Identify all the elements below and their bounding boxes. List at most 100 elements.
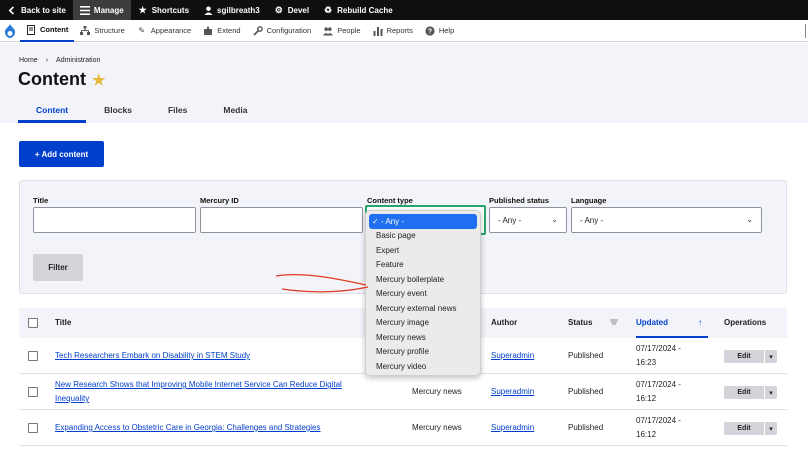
row-checkbox[interactable] xyxy=(28,423,38,433)
shortcuts-button[interactable]: ★ Shortcuts xyxy=(131,0,196,20)
tray-item-label: Structure xyxy=(94,26,125,35)
dropdown-option[interactable]: Mercury news xyxy=(366,330,480,345)
updated-time: 16:12 xyxy=(636,394,657,403)
breadcrumb-separator: › xyxy=(45,57,49,64)
tray-item-structure[interactable]: Structure xyxy=(74,20,130,42)
column-updated[interactable]: Updated xyxy=(636,318,668,327)
back-to-site-label: Back to site xyxy=(21,5,66,15)
mercury-id-input[interactable] xyxy=(200,207,363,233)
gear-icon: ⚙ xyxy=(274,4,283,15)
title-filter-input[interactable] xyxy=(33,207,196,233)
dropdown-option[interactable]: Mercury boilerplate xyxy=(366,272,480,287)
tray-item-label: Help xyxy=(438,26,455,35)
sort-ascending-icon[interactable]: ↑ xyxy=(698,318,702,327)
content-title-link[interactable]: New Research Shows that Improving Mobile… xyxy=(55,380,342,389)
page-title: Content ★ xyxy=(18,69,105,90)
edit-button[interactable]: Edit xyxy=(724,422,764,435)
tray-item-appearance[interactable]: ✎ Appearance xyxy=(131,20,197,42)
row-checkbox[interactable] xyxy=(28,387,38,397)
manage-label: Manage xyxy=(93,5,124,15)
updated-time: 16:12 xyxy=(636,430,657,439)
manage-button[interactable]: Manage xyxy=(72,0,131,20)
updated-time: 16:23 xyxy=(636,358,657,367)
select-all-checkbox[interactable] xyxy=(28,318,38,328)
column-status[interactable]: Status xyxy=(568,318,592,327)
user-menu-button[interactable]: sgilbreath3 xyxy=(196,0,267,20)
star-icon: ★ xyxy=(138,4,147,15)
dropdown-option[interactable]: Mercury video xyxy=(366,359,480,374)
puzzle-icon xyxy=(203,26,213,36)
star-icon[interactable]: ★ xyxy=(92,71,105,89)
operations-dropbutton: Edit ▾ xyxy=(724,422,777,435)
dropdown-option[interactable]: Basic page xyxy=(366,229,480,244)
author-link[interactable]: Superadmin xyxy=(491,351,534,360)
tray-item-extend[interactable]: Extend xyxy=(197,20,246,42)
dropdown-option[interactable]: Mercury image xyxy=(366,316,480,331)
add-content-button[interactable]: + Add content xyxy=(19,141,104,167)
sitemap-icon xyxy=(80,26,91,36)
dropdown-option[interactable]: Mercury external news xyxy=(366,301,480,316)
table-row: New Research Shows that Improving Mobile… xyxy=(19,374,787,410)
tab-content[interactable]: Content xyxy=(18,99,87,123)
updated-date: 07/17/2024 - xyxy=(636,416,681,425)
dropdown-option-any[interactable]: ✓ - Any - xyxy=(369,214,477,229)
chevron-down-icon[interactable]: ▾ xyxy=(764,422,777,435)
drupal-logo[interactable] xyxy=(0,20,20,42)
paintbrush-icon: ✎ xyxy=(138,26,146,35)
author-link[interactable]: Superadmin xyxy=(491,387,534,396)
breadcrumb-home[interactable]: Home xyxy=(19,57,38,64)
chevron-down-icon[interactable]: ▾ xyxy=(764,386,777,399)
tray-item-reports[interactable]: Reports xyxy=(367,20,419,42)
mercury-id-label: Mercury ID xyxy=(200,196,239,205)
updated-date: 07/17/2024 - xyxy=(636,344,681,353)
tray-item-label: Extend xyxy=(217,26,241,35)
admin-menu-tray: Content Structure ✎ Appearance Extend Co… xyxy=(0,20,808,42)
document-icon xyxy=(26,24,36,35)
page-title-text: Content xyxy=(18,69,86,89)
dropdown-option[interactable]: Mercury event xyxy=(366,287,480,302)
column-title[interactable]: Title xyxy=(55,318,71,327)
help-icon: ? xyxy=(425,25,435,36)
tab-media[interactable]: Media xyxy=(205,99,265,123)
dropdown-option[interactable]: Feature xyxy=(366,258,480,273)
column-operations: Operations xyxy=(724,318,767,327)
operations-dropbutton: Edit ▾ xyxy=(724,350,777,363)
breadcrumb-administration[interactable]: Administration xyxy=(56,57,100,64)
back-to-site-link[interactable]: Back to site xyxy=(0,0,73,20)
devel-button[interactable]: ⚙ Devel xyxy=(267,0,316,20)
edit-button[interactable]: Edit xyxy=(724,350,764,363)
content-title-link-continued[interactable]: Inequality xyxy=(55,394,89,403)
chevron-down-icon: ⌄ xyxy=(746,215,753,224)
dropdown-option[interactable]: Mercury profile xyxy=(366,345,480,360)
row-checkbox[interactable] xyxy=(28,351,38,361)
content-type-text: Mercury news xyxy=(412,423,462,432)
admin-toolbar: Back to site Manage ★ Shortcuts sgilbrea… xyxy=(0,0,808,20)
tray-item-label: People xyxy=(337,26,361,35)
tray-item-help[interactable]: ? Help xyxy=(419,20,460,42)
rebuild-cache-label: Rebuild Cache xyxy=(337,5,393,15)
tray-item-people[interactable]: People xyxy=(317,20,366,42)
operations-dropbutton: Edit ▾ xyxy=(724,386,777,399)
status-text: Published xyxy=(568,423,604,432)
rebuild-cache-button[interactable]: ♻ Rebuild Cache xyxy=(316,0,400,20)
dropdown-option[interactable]: Expert xyxy=(366,243,480,258)
edit-button[interactable]: Edit xyxy=(724,386,764,399)
tray-item-content[interactable]: Content xyxy=(20,20,75,42)
status-text: Published xyxy=(568,387,604,396)
svg-text:?: ? xyxy=(428,28,432,35)
author-link[interactable]: Superadmin xyxy=(491,423,534,432)
filter-button[interactable]: Filter xyxy=(33,254,83,281)
tab-blocks[interactable]: Blocks xyxy=(86,99,150,123)
tray-item-label: Reports xyxy=(386,26,413,35)
chevron-down-icon[interactable]: ▾ xyxy=(764,350,777,363)
tab-files[interactable]: Files xyxy=(150,99,205,123)
content-title-link[interactable]: Tech Researchers Embark on Disability in… xyxy=(55,351,250,360)
title-filter-label: Title xyxy=(33,196,49,205)
language-select[interactable]: - Any - ⌄ xyxy=(571,207,762,233)
content-title-link[interactable]: Expanding Access to Obstetric Care in Ge… xyxy=(55,423,320,432)
column-author[interactable]: Author xyxy=(491,318,517,327)
updated-date: 07/17/2024 - xyxy=(636,380,681,389)
published-status-select[interactable]: - Any - ⌄ xyxy=(489,207,567,233)
arrow-left-icon xyxy=(7,5,17,15)
tray-item-configuration[interactable]: Configuration xyxy=(247,20,318,42)
